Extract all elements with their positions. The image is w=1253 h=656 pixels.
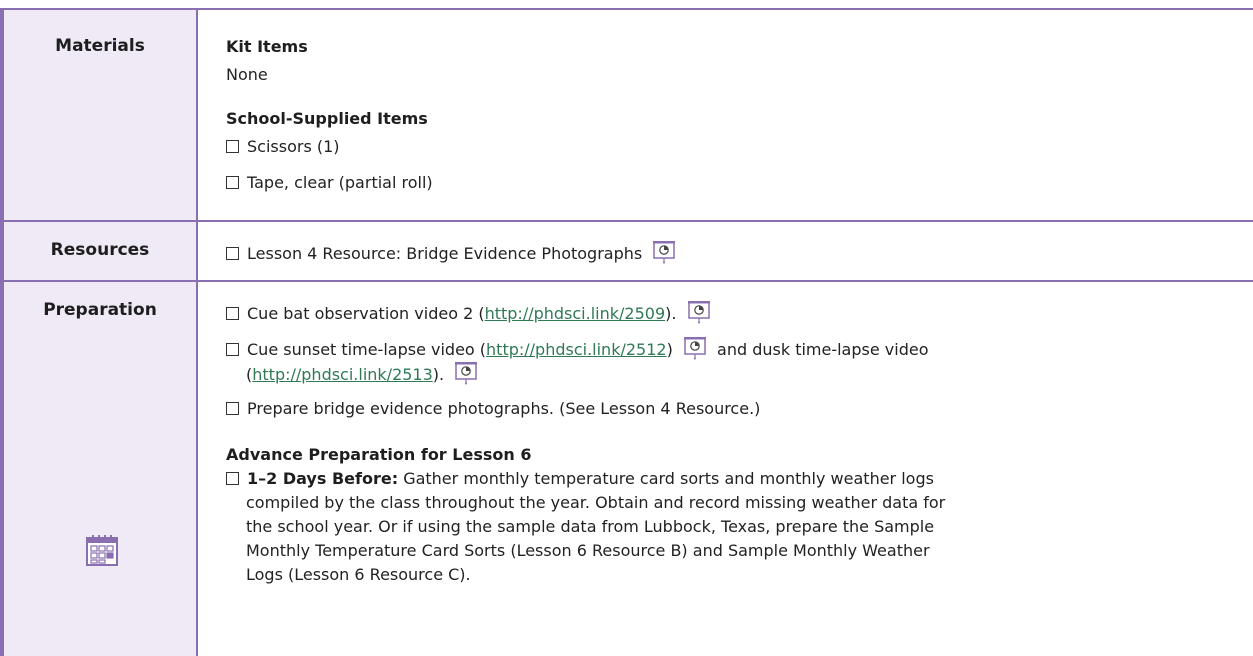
preparation-label-cell: Preparation — [0, 282, 198, 656]
resources-label-cell: Resources — [0, 222, 198, 280]
checklist-item: Scissors (1) — [226, 136, 340, 158]
resources-row: Resources Lesson 4 Resource: Bridge Evid… — [0, 222, 1253, 282]
checklist-item: 1–2 Days Before: Gather monthly temperat… — [226, 468, 934, 490]
lesson-table: Materials Kit Items None School-Supplied… — [0, 8, 1253, 656]
advance-prep-text: Logs (Lesson 6 Resource C). — [246, 565, 471, 584]
checkbox[interactable] — [226, 307, 239, 320]
checkbox[interactable] — [226, 472, 239, 485]
preparation-label: Preparation — [43, 300, 157, 320]
preparation-row: Preparation Cue bat observation video 2 … — [0, 282, 1253, 656]
checklist-item: Lesson 4 Resource: Bridge Evidence Photo… — [226, 240, 676, 265]
video-link[interactable]: http://phdsci.link/2509 — [485, 304, 666, 323]
checklist-item: Prepare bridge evidence photographs. (Se… — [226, 398, 760, 420]
checkbox[interactable] — [226, 247, 239, 260]
advance-prep-text: Monthly Temperature Card Sorts (Lesson 6… — [246, 541, 930, 560]
projector-icon[interactable] — [653, 240, 676, 264]
checkbox[interactable] — [226, 402, 239, 415]
video-link[interactable]: http://phdsci.link/2512 — [486, 340, 667, 359]
checkbox[interactable] — [226, 343, 239, 356]
kit-items-text: None — [226, 65, 268, 84]
checklist-item-continued: (http://phdsci.link/2513). — [246, 361, 478, 386]
checkbox[interactable] — [226, 140, 239, 153]
resources-content: Lesson 4 Resource: Bridge Evidence Photo… — [198, 222, 1253, 280]
kit-items-heading: Kit Items — [226, 37, 308, 56]
materials-content: Kit Items None School-Supplied Items Sci… — [198, 10, 1253, 220]
calendar-icon — [86, 535, 118, 566]
materials-label: Materials — [55, 36, 145, 56]
projector-icon[interactable] — [683, 336, 706, 360]
advance-prep-text: compiled by the class throughout the yea… — [246, 493, 946, 512]
materials-row: Materials Kit Items None School-Supplied… — [0, 10, 1253, 222]
materials-label-cell: Materials — [0, 10, 198, 220]
checklist-item: Cue sunset time-lapse video (http://phds… — [226, 336, 928, 361]
checklist-item: Tape, clear (partial roll) — [226, 172, 433, 194]
advance-prep-heading: Advance Preparation for Lesson 6 — [226, 445, 532, 464]
projector-icon[interactable] — [687, 300, 710, 324]
school-items-heading: School-Supplied Items — [226, 109, 428, 128]
resources-label: Resources — [50, 240, 150, 260]
checklist-item: Cue bat observation video 2 (http://phds… — [226, 300, 710, 325]
projector-icon[interactable] — [455, 361, 478, 385]
advance-prep-text: the school year. Or if using the sample … — [246, 517, 935, 536]
preparation-content: Cue bat observation video 2 (http://phds… — [198, 282, 1253, 656]
checkbox[interactable] — [226, 176, 239, 189]
video-link[interactable]: http://phdsci.link/2513 — [252, 365, 433, 384]
